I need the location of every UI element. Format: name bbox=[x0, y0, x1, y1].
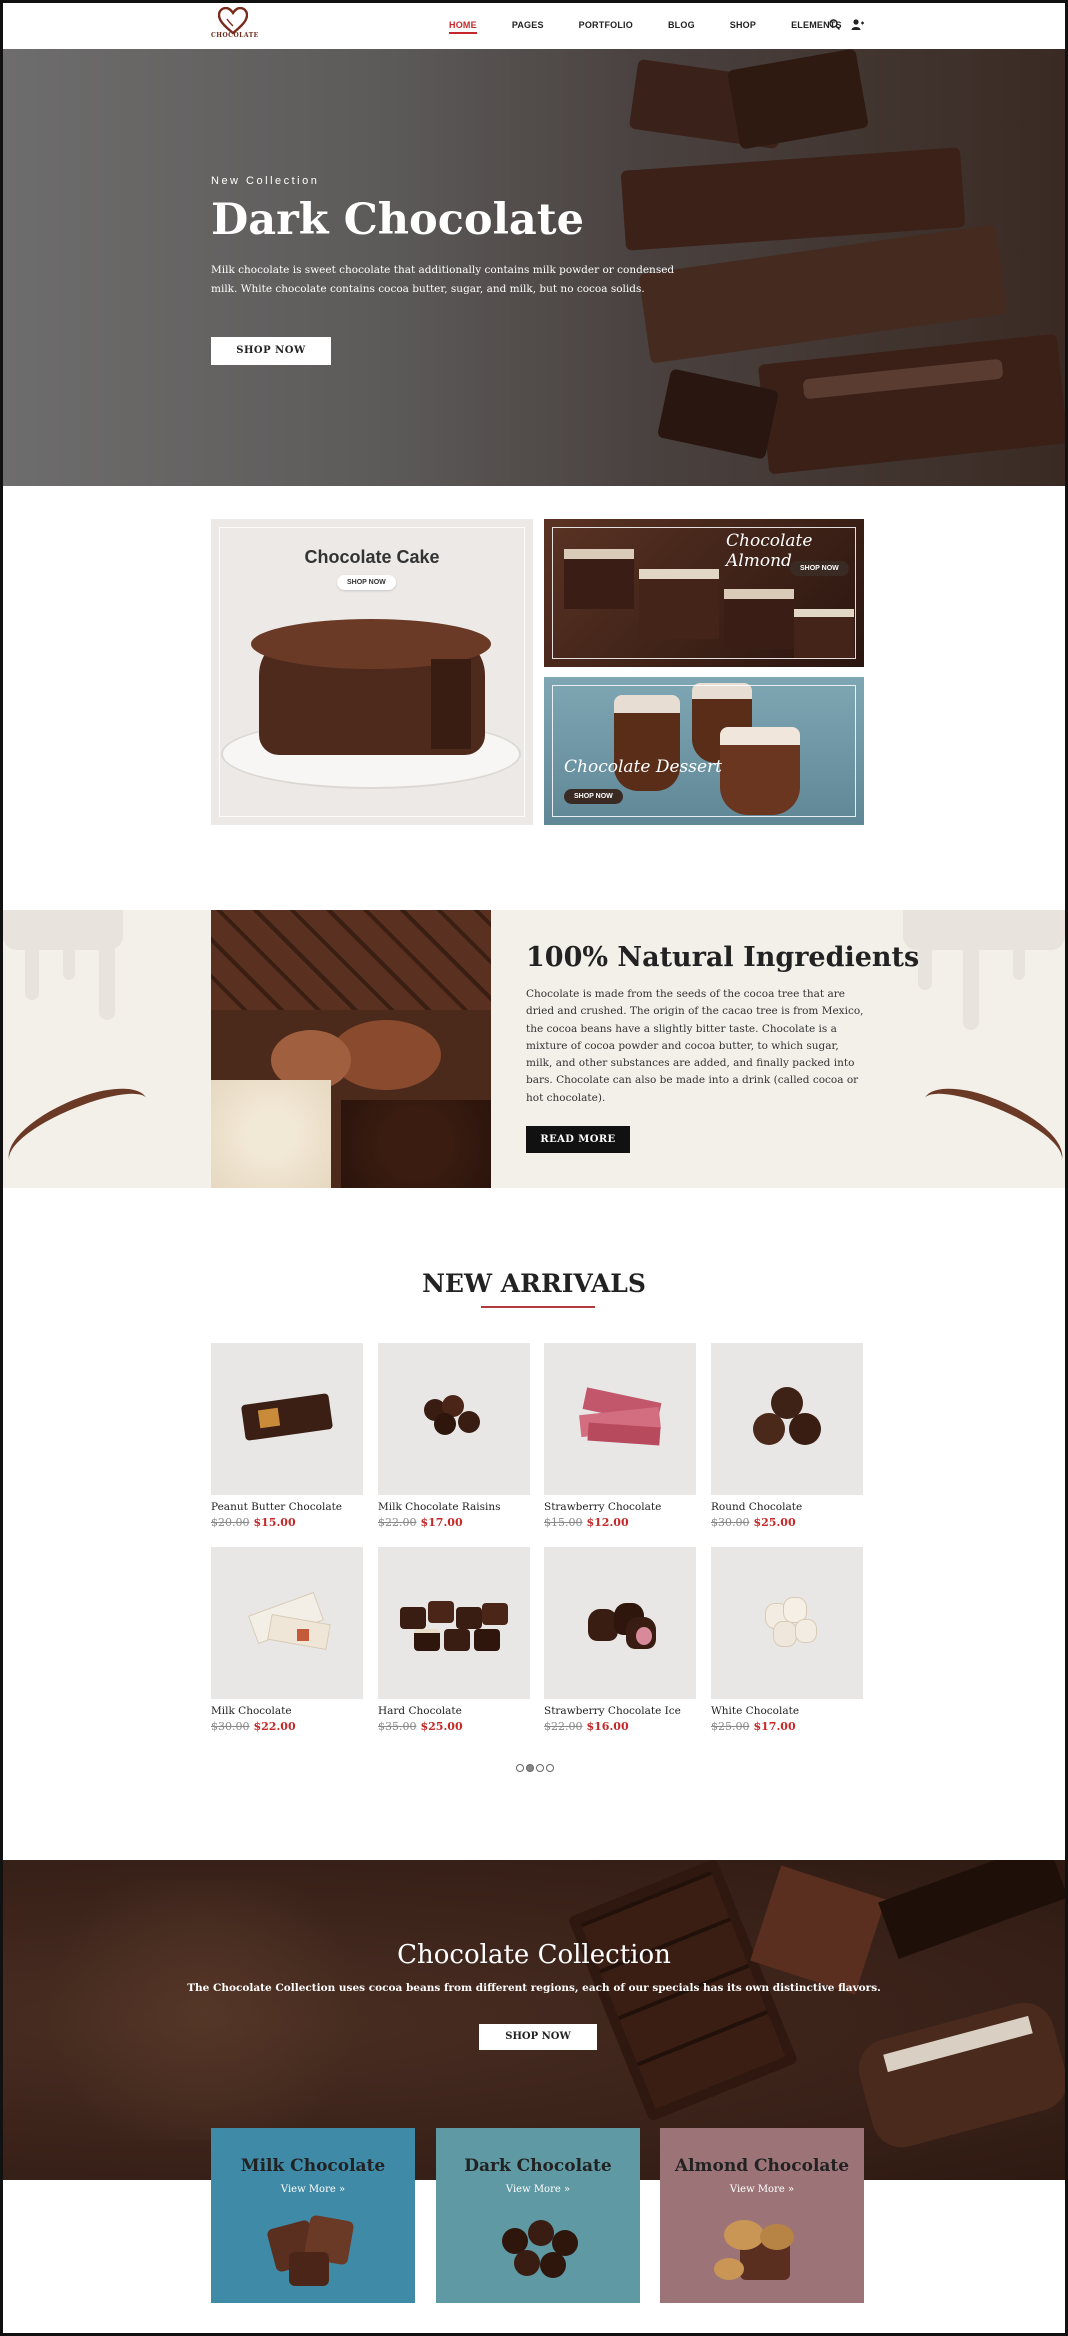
product-image[interactable] bbox=[711, 1547, 863, 1699]
carousel-dot[interactable] bbox=[536, 1764, 544, 1772]
carousel-dot-active[interactable] bbox=[526, 1764, 534, 1772]
menu-item-pages[interactable]: PAGES bbox=[512, 20, 544, 34]
old-price: $20.00 bbox=[211, 1516, 250, 1529]
old-price: $25.00 bbox=[711, 1720, 750, 1733]
category-title: Almond Chocolate bbox=[674, 2156, 850, 2176]
natural-title: 100% Natural Ingredients bbox=[526, 942, 920, 973]
tile-dessert-title: Chocolate Dessert bbox=[564, 757, 722, 777]
menu-item-home[interactable]: HOME bbox=[449, 20, 477, 34]
menu-item-blog[interactable]: BLOG bbox=[668, 20, 695, 34]
view-more-link[interactable]: View More » bbox=[211, 2184, 415, 2195]
product-price: $15.00 $12.00 bbox=[544, 1516, 696, 1529]
hero-title: Dark Chocolate bbox=[211, 195, 585, 245]
collection-subtitle: The Chocolate Collection uses cocoa bean… bbox=[187, 1982, 881, 1994]
category-title: Milk Chocolate bbox=[240, 2156, 386, 2176]
search-icon[interactable] bbox=[829, 19, 840, 33]
read-more-button[interactable]: READ MORE bbox=[526, 1126, 630, 1153]
menu-item-portfolio[interactable]: PORTFOLIO bbox=[579, 20, 633, 34]
product-card[interactable]: Milk Chocolate $30.00 $22.00 bbox=[211, 1547, 363, 1733]
sale-price: $17.00 bbox=[420, 1516, 463, 1529]
view-more-link[interactable]: View More » bbox=[436, 2184, 640, 2195]
old-price: $22.00 bbox=[378, 1516, 417, 1529]
product-card[interactable]: White Chocolate $25.00 $17.00 bbox=[711, 1547, 863, 1733]
product-card[interactable]: Milk Chocolate Raisins $22.00 $17.00 bbox=[378, 1343, 530, 1529]
chocolate-splash-decoration bbox=[3, 1076, 159, 1184]
category-card-milk[interactable]: Milk Chocolate View More » bbox=[211, 2128, 415, 2303]
product-price: $20.00 $15.00 bbox=[211, 1516, 363, 1529]
product-price: $30.00 $22.00 bbox=[211, 1720, 363, 1733]
category-card-dark[interactable]: Dark Chocolate View More » bbox=[436, 2128, 640, 2303]
old-price: $15.00 bbox=[544, 1516, 583, 1529]
product-card[interactable]: Round Chocolate $30.00 $25.00 bbox=[711, 1343, 863, 1529]
new-arrivals-title: NEW ARRIVALS bbox=[422, 1269, 646, 1298]
product-image[interactable] bbox=[211, 1343, 363, 1495]
product-image[interactable] bbox=[378, 1547, 530, 1699]
product-name[interactable]: Round Chocolate bbox=[711, 1501, 863, 1513]
tile-almond-shop-button[interactable]: SHOP NOW bbox=[790, 561, 849, 576]
product-image[interactable] bbox=[211, 1547, 363, 1699]
carousel-dot[interactable] bbox=[546, 1764, 554, 1772]
product-price: $22.00 $16.00 bbox=[544, 1720, 696, 1733]
collection-title: Chocolate Collection bbox=[397, 1940, 671, 1970]
page: CHOCOLATE HOME PAGES PORTFOLIO BLOG SHOP… bbox=[0, 0, 1068, 2336]
hero-kicker: New Collection bbox=[211, 175, 320, 187]
user-icon[interactable] bbox=[851, 19, 864, 33]
natural-ingredients-section: 100% Natural Ingredients Chocolate is ma… bbox=[3, 910, 1065, 1188]
product-price: $22.00 $17.00 bbox=[378, 1516, 530, 1529]
product-card[interactable]: Strawberry Chocolate $15.00 $12.00 bbox=[544, 1343, 696, 1529]
old-price: $30.00 bbox=[211, 1720, 250, 1733]
heart-logo-icon bbox=[218, 7, 248, 35]
logo[interactable]: CHOCOLATE bbox=[211, 7, 259, 47]
logo-text: CHOCOLATE bbox=[211, 32, 259, 39]
product-name[interactable]: Milk Chocolate bbox=[211, 1705, 363, 1717]
tile-chocolate-almond[interactable]: Chocolate Almond SHOP NOW bbox=[544, 519, 864, 667]
hero-shop-now-button[interactable]: SHOP NOW bbox=[211, 337, 331, 365]
tile-dessert-shop-button[interactable]: SHOP NOW bbox=[564, 789, 623, 804]
carousel-pagination bbox=[516, 1764, 554, 1772]
top-nav: CHOCOLATE HOME PAGES PORTFOLIO BLOG SHOP… bbox=[3, 3, 1065, 49]
collection-shop-now-button[interactable]: SHOP NOW bbox=[479, 2024, 597, 2050]
product-name[interactable]: Peanut Butter Chocolate bbox=[211, 1501, 363, 1513]
category-title: Dark Chocolate bbox=[464, 2156, 612, 2176]
sale-price: $25.00 bbox=[420, 1720, 463, 1733]
tile-chocolate-cake[interactable]: Chocolate Cake SHOP NOW bbox=[211, 519, 533, 825]
product-image[interactable] bbox=[544, 1343, 696, 1495]
natural-text: Chocolate is made from the seeds of the … bbox=[526, 988, 864, 1104]
tile-chocolate-dessert[interactable]: Chocolate Dessert SHOP NOW bbox=[544, 677, 864, 825]
sale-price: $25.00 bbox=[753, 1516, 796, 1529]
tile-cake-shop-button[interactable]: SHOP NOW bbox=[337, 575, 396, 590]
product-name[interactable]: Strawberry Chocolate bbox=[544, 1501, 696, 1513]
menu-item-shop[interactable]: SHOP bbox=[730, 20, 756, 34]
sale-price: $16.00 bbox=[586, 1720, 629, 1733]
main-menu: HOME PAGES PORTFOLIO BLOG SHOP ELEMENTS bbox=[449, 20, 877, 34]
product-price: $30.00 $25.00 bbox=[711, 1516, 863, 1529]
product-name[interactable]: Hard Chocolate bbox=[378, 1705, 530, 1717]
old-price: $35.00 bbox=[378, 1720, 417, 1733]
title-underline bbox=[481, 1306, 595, 1308]
hero-banner: New Collection Dark Chocolate Milk choco… bbox=[3, 49, 1065, 486]
product-price: $35.00 $25.00 bbox=[378, 1720, 530, 1733]
product-image[interactable] bbox=[378, 1343, 530, 1495]
product-name[interactable]: White Chocolate bbox=[711, 1705, 863, 1717]
product-name[interactable]: Milk Chocolate Raisins bbox=[378, 1501, 530, 1513]
product-image[interactable] bbox=[544, 1547, 696, 1699]
product-image[interactable] bbox=[711, 1343, 863, 1495]
carousel-dot[interactable] bbox=[516, 1764, 524, 1772]
product-card[interactable]: Hard Chocolate $35.00 $25.00 bbox=[378, 1547, 530, 1733]
sale-price: $22.00 bbox=[253, 1720, 296, 1733]
view-more-link[interactable]: View More » bbox=[660, 2184, 864, 2195]
product-card[interactable]: Peanut Butter Chocolate $20.00 $15.00 bbox=[211, 1343, 363, 1529]
sale-price: $12.00 bbox=[586, 1516, 629, 1529]
old-price: $30.00 bbox=[711, 1516, 750, 1529]
product-price: $25.00 $17.00 bbox=[711, 1720, 863, 1733]
old-price: $22.00 bbox=[544, 1720, 583, 1733]
category-card-almond[interactable]: Almond Chocolate View More » bbox=[660, 2128, 864, 2303]
tile-cake-title: Chocolate Cake bbox=[304, 547, 440, 567]
product-card[interactable]: Strawberry Chocolate Ice $22.00 $16.00 bbox=[544, 1547, 696, 1733]
sale-price: $15.00 bbox=[253, 1516, 296, 1529]
hero-description: Milk chocolate is sweet chocolate that a… bbox=[211, 264, 675, 295]
ingredients-image bbox=[211, 910, 491, 1188]
sale-price: $17.00 bbox=[753, 1720, 796, 1733]
product-name[interactable]: Strawberry Chocolate Ice bbox=[544, 1705, 696, 1717]
